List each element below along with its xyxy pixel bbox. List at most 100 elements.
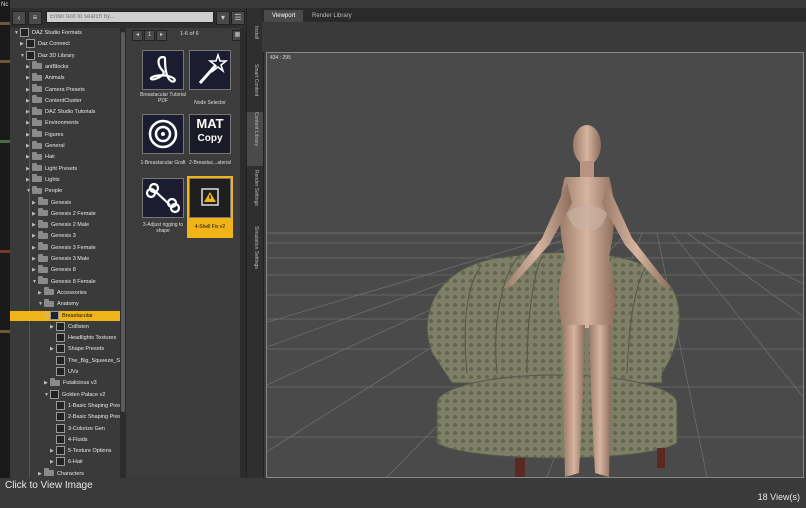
tree-item[interactable]: ▶ Figures — [10, 129, 120, 140]
page-number-button[interactable]: 1 — [144, 30, 155, 41]
tree-item-label: Golden Palace v2 — [62, 391, 106, 398]
files-view: ◂ 1 ▸ 1-6 of 6 ▦ Breastacular Tutorial P… — [126, 28, 246, 478]
tree-item[interactable]: 4-Fluids — [10, 434, 120, 445]
tree-item-label: Genesis 3 Female — [51, 244, 96, 251]
tree-item[interactable]: ▶ Genesis 3 Female — [10, 242, 120, 253]
tree-item-label: Genesis 2 Male — [51, 222, 90, 229]
tree-item[interactable]: ▼ People — [10, 185, 120, 196]
folder-icon — [44, 298, 54, 307]
tree-scroll-thumb[interactable] — [121, 32, 125, 412]
back-nav-icon[interactable]: ‹ — [12, 11, 26, 25]
tree-item-label: Genesis 2 Female — [51, 210, 96, 217]
tab-viewport[interactable]: Viewport — [264, 10, 304, 22]
folder-icon — [32, 61, 42, 70]
tree-item[interactable]: ▼ Anatomy — [10, 298, 120, 309]
folder-icon — [44, 287, 54, 296]
tree-item[interactable]: ▶ Environments — [10, 117, 120, 128]
tab-content-library[interactable]: Content Library — [247, 112, 263, 166]
tree-item[interactable]: 2-Basic Shaping Pres... — [10, 412, 120, 422]
tree-item[interactable]: ▶ Genesis 2 Female — [10, 208, 120, 219]
tree-item[interactable]: ▶ Genesis 8 — [10, 264, 120, 275]
search-input[interactable] — [46, 11, 214, 23]
folder-icon — [32, 106, 42, 115]
item-icon — [56, 434, 65, 444]
tab-smart-content[interactable]: Smart Content — [247, 64, 263, 108]
file-tile-rigging[interactable] — [142, 178, 184, 218]
tree-item[interactable]: ▶ Genesis — [10, 197, 120, 208]
file-tile-pdf[interactable] — [142, 50, 184, 90]
tree-item[interactable]: ▶ ContentCluster — [10, 95, 120, 106]
item-icon — [56, 333, 65, 343]
folder-icon — [32, 185, 42, 194]
library-toolbar: ‹ ≡ ▾ ☰ — [10, 8, 246, 29]
tree-item[interactable]: ▼ Daz 3D Library — [10, 50, 120, 61]
tree-item[interactable]: ▶ Characters — [10, 468, 120, 478]
tree-item[interactable]: ▶ 6-Hair — [10, 457, 120, 467]
next-page-icon[interactable]: ▸ — [156, 30, 167, 41]
tree-item-label: Collision — [68, 323, 89, 330]
folder-icon — [32, 72, 42, 81]
strip-mark — [0, 330, 10, 333]
tree-item[interactable]: ▶ Light Presets — [10, 163, 120, 174]
tree-item[interactable]: 1-Basic Shaping Pres... — [10, 400, 120, 411]
tree-item[interactable]: ▶ Lights — [10, 174, 120, 185]
folder-icon — [50, 377, 60, 386]
item-icon — [26, 39, 35, 49]
tree-item[interactable]: ▼ Breastacular — [10, 310, 120, 321]
tree-item[interactable]: The_Big_Squeeze_S... — [10, 355, 120, 366]
item-icon — [56, 344, 65, 354]
tree-item[interactable]: ▶ Camera Presets — [10, 84, 120, 95]
tree-item[interactable]: ▶ Collision — [10, 321, 120, 332]
panel-options-icon[interactable]: ☰ — [231, 11, 245, 25]
mat-icon-text: MAT — [196, 116, 224, 131]
tree-item[interactable]: ▶ 5-Texture Options — [10, 446, 120, 456]
tree-item[interactable]: ▶ Hair — [10, 151, 120, 162]
3d-viewport[interactable]: 434 : 295 — [266, 52, 804, 478]
tab-render-settings[interactable]: Render Settings — [247, 170, 263, 220]
folder-icon — [32, 84, 42, 93]
tree-item[interactable]: UVs — [10, 367, 120, 377]
item-icon — [56, 355, 65, 365]
image-footer: Click to View Image 18 View(s) — [0, 478, 806, 508]
tree-item[interactable]: ▶ aniBlocks — [10, 61, 120, 72]
tree-item[interactable]: ▶ DAZ Studio Tutorials — [10, 106, 120, 117]
tree-item[interactable]: ▶ Daz Connect — [10, 39, 120, 49]
file-tile-node-selector[interactable] — [189, 50, 231, 90]
tree-item-label: General — [45, 143, 65, 149]
folder-icon — [38, 197, 48, 206]
tree-item-label: Futalicious v3 — [63, 380, 97, 387]
tree-item[interactable]: 3-Colorize Gen — [10, 423, 120, 434]
search-dropdown-icon[interactable]: ▾ — [216, 11, 230, 25]
menu-icon[interactable]: ≡ — [28, 11, 42, 25]
tree-item[interactable]: ▶ Shape Presets — [10, 344, 120, 354]
tree-item[interactable]: ▶ General — [10, 140, 120, 151]
tab-simulation-settings[interactable]: Simulation Settings — [247, 226, 263, 286]
file-tile-shell-fix[interactable] — [189, 178, 231, 218]
tree-item-label: 1-Basic Shaping Pres... — [68, 402, 120, 409]
tree-item[interactable]: ▼ DAZ Studio Formats — [10, 28, 120, 38]
click-to-view-link[interactable]: Click to View Image — [5, 480, 93, 491]
tree-item[interactable]: ▶ Accessories — [10, 287, 120, 298]
tree-item[interactable]: ▶ Futalicious v3 — [10, 377, 120, 388]
item-icon — [50, 310, 59, 320]
tree-item[interactable]: ▶ Genesis 3 Male — [10, 253, 120, 264]
tree-item[interactable]: Headlights Textures — [10, 333, 120, 343]
tree-item-label: Genesis 8 Female — [51, 278, 96, 285]
tab-install[interactable]: Install — [247, 26, 263, 56]
item-icon — [56, 457, 65, 467]
prev-page-icon[interactable]: ◂ — [132, 30, 143, 41]
tree-item[interactable]: ▶ Genesis 2 Male — [10, 219, 120, 230]
tree-item-label: Lights — [45, 176, 60, 183]
tab-render-library[interactable]: Render Library — [304, 10, 360, 22]
item-icon — [50, 389, 59, 399]
tree-item[interactable]: ▼ Golden Palace v2 — [10, 389, 120, 400]
tree-item[interactable]: ▼ Genesis 8 Female — [10, 276, 120, 287]
file-tile-material[interactable]: MAT Copy — [189, 114, 231, 154]
item-icon — [56, 321, 65, 331]
tree-item-label: Accessories — [57, 289, 87, 296]
file-tile-graft[interactable] — [142, 114, 184, 154]
tree-item[interactable]: ▶ Genesis 3 — [10, 230, 120, 241]
tree-item-label: Shape Presets — [68, 346, 105, 353]
folder-icon — [32, 140, 42, 149]
tree-item[interactable]: ▶ Animals — [10, 72, 120, 83]
